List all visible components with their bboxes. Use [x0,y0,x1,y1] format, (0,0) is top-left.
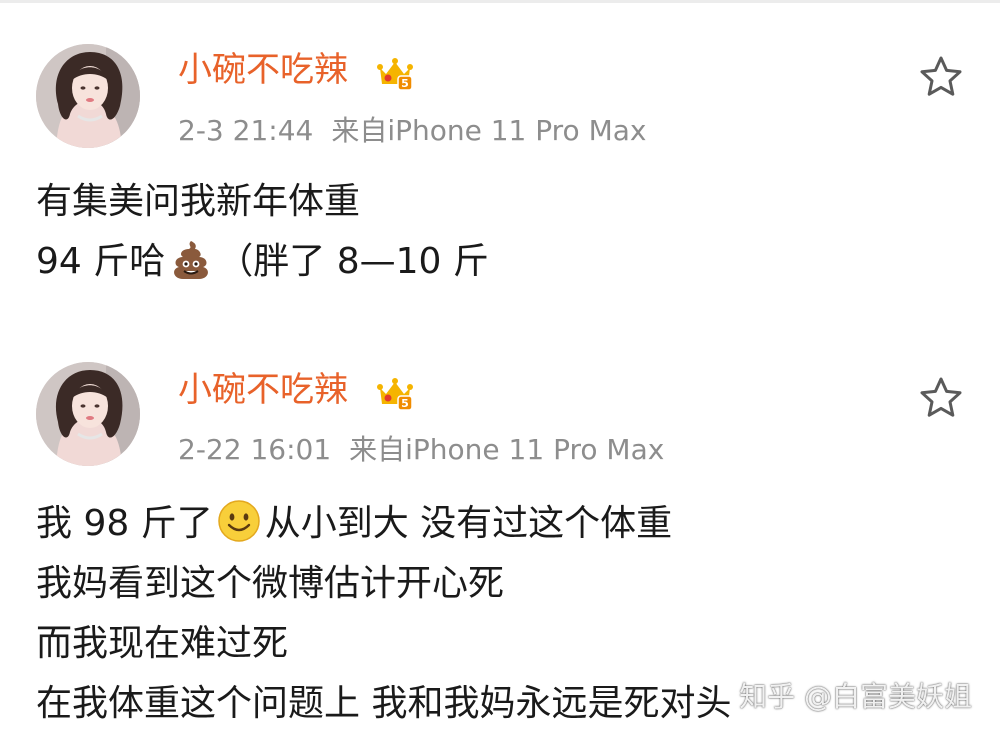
post-time: 2-3 21:44 [178,114,314,147]
username[interactable]: 小碗不吃辣 [178,50,348,90]
poo-emoji-icon [174,241,209,279]
zhihu-watermark: 知乎 @白富美妖姐 [739,680,972,713]
post-line: 94 斤哈 （胖了 8—10 斤 [36,232,489,292]
weibo-post: 小碗不吃辣 5 2-3 21:44 来自iPhone 11 Pro Max 有集美… [0,0,1000,340]
favorite-star-icon[interactable] [918,375,964,421]
post-source: 来自iPhone 11 Pro Max [331,114,647,147]
username[interactable]: 小碗不吃辣 [178,370,348,410]
post-body: 我 98 斤了 从小到大 没有过这个体重 我妈看到这个微博估计开心死 而我现在难… [36,494,731,734]
avatar[interactable] [36,44,140,148]
favorite-star-icon[interactable] [918,54,964,100]
post-meta: 2-3 21:44 来自iPhone 11 Pro Max [178,114,646,148]
post-time: 2-22 16:01 [178,433,332,466]
post-body: 有集美问我新年体重 94 斤哈 （胖了 8—10 斤 [36,172,489,292]
vip-level-label: 5 [401,77,409,90]
post-line: 有集美问我新年体重 [36,181,361,222]
post-meta: 2-22 16:01 来自iPhone 11 Pro Max [178,433,664,467]
post-line: 我妈看到这个微博估计开心死 [36,563,505,604]
weibo-post: 小碗不吃辣 5 2-22 16:01 来自iPhone 11 Pro Max 我 … [0,340,1000,736]
vip-crown-badge-icon: 5 [377,378,413,411]
post-line: 在我体重这个问题上 我和我妈永远是死对头 [36,683,732,724]
avatar[interactable] [36,362,140,466]
post-line: 我 98 斤了 从小到大 没有过这个体重 [36,494,731,554]
vip-crown-badge-icon: 5 [377,58,413,91]
post-line: 而我现在难过死 [36,623,289,664]
smile-emoji-icon [217,500,260,542]
vip-level-label: 5 [401,397,409,410]
post-source: 来自iPhone 11 Pro Max [349,433,665,466]
